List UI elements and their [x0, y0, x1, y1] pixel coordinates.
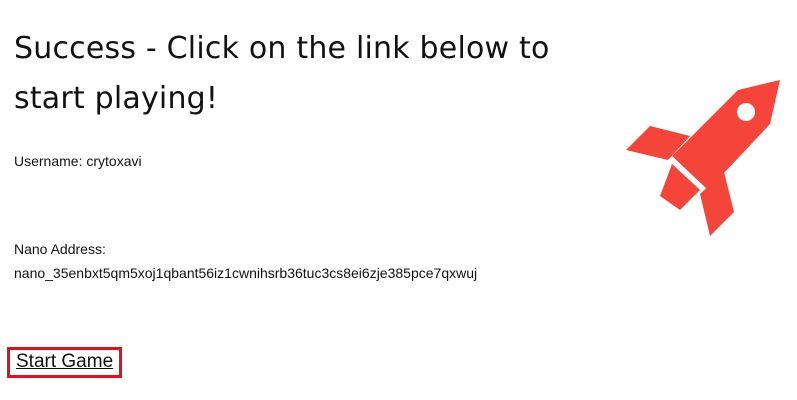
- nano-address-label: Nano Address:: [14, 241, 106, 257]
- username-row: Username: crytoxavi: [14, 152, 142, 170]
- nano-address-block: Nano Address: nano_35enbxt5qm5xoj1qbant5…: [14, 237, 477, 285]
- rocket-icon: [626, 80, 780, 236]
- rocket-body: [672, 80, 780, 190]
- rocket-window: [737, 103, 755, 121]
- start-game-link[interactable]: Start Game: [7, 347, 123, 378]
- page-title: Success - Click on the link below to sta…: [14, 31, 550, 116]
- nano-address-value: nano_35enbxt5qm5xoj1qbant56iz1cwnihsrb36…: [14, 265, 478, 281]
- username-value: crytoxavi: [86, 153, 142, 169]
- username-label: Username:: [14, 153, 83, 169]
